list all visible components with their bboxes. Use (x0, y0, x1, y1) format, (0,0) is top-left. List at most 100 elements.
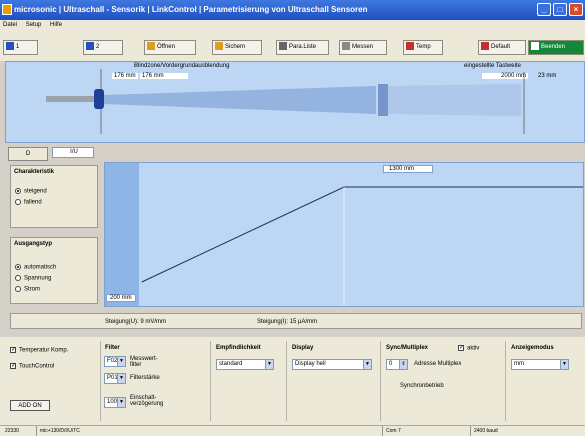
sync-mode-label: Synchronbetrieb (400, 383, 444, 389)
status-sensor-id: 22330 (5, 428, 19, 434)
check-mark-icon: ✓ (458, 345, 465, 351)
radio-voltage[interactable]: Spannung (15, 275, 51, 282)
radio-automatic[interactable]: automatisch (15, 264, 56, 271)
characteristic-line (141, 186, 583, 283)
connect-sensor-1-button[interactable]: 1 (3, 40, 38, 55)
menu-datei[interactable]: Datei (3, 22, 17, 28)
chevron-down-icon: ▼ (560, 360, 568, 369)
open-folder-icon (147, 42, 155, 51)
status-baud-rate: 2400 baud (470, 426, 498, 436)
switch-on-delay-select[interactable]: 100 ▼ (104, 397, 126, 408)
thermometer-icon (406, 42, 414, 51)
divider (210, 341, 211, 421)
sensor-icon (6, 42, 14, 51)
slope-current: Steigung(I): 15 µA/mm (257, 319, 318, 325)
temp-button[interactable]: Temp (403, 40, 443, 55)
default-button[interactable]: Default (478, 40, 526, 55)
lower-limit-label: 200 mm (106, 294, 136, 302)
status-bar: 22330 mic+130/D/I/U/TC Com 7 2400 baud (0, 425, 585, 436)
chevron-down-icon: ▼ (117, 357, 125, 366)
factory-icon (481, 42, 489, 51)
radio-current[interactable]: Strom (15, 286, 40, 293)
output-type-group: Ausgangstyp automatisch Spannung Strom (10, 237, 98, 304)
divider (100, 341, 101, 421)
chart-svg (105, 163, 583, 306)
close-button[interactable]: × (569, 3, 583, 16)
settings-panel: ✓ Temperatur Komp. ✓ TouchControl ADD ON F… (0, 337, 585, 425)
filter-strength-select[interactable]: P01 ▼ (104, 373, 126, 384)
open-button[interactable]: Öffnen (144, 40, 196, 55)
chevron-down-icon: ▼ (363, 360, 371, 369)
minimize-button[interactable]: _ (537, 3, 551, 16)
sound-cone-graphic (46, 69, 525, 134)
sound-cone (104, 86, 376, 114)
para-list-button[interactable]: Para.Liste (276, 40, 329, 55)
connect-sensor-2-button[interactable]: 2 (83, 40, 123, 55)
slope-voltage: Steigung(U): 9 mV/mm (105, 319, 167, 325)
sensor-body (46, 96, 96, 102)
chevron-down-icon: ▼ (117, 398, 125, 407)
save-button[interactable]: Sichern (212, 40, 262, 55)
temp-comp-checkbox[interactable]: ✓ Temperatur Komp. (10, 347, 68, 354)
sync-active-checkbox[interactable]: ✓ aktiv (458, 345, 479, 352)
upper-limit-label: 1300 mm (383, 165, 433, 173)
sensitivity-select[interactable]: standard ▼ (216, 359, 274, 370)
slope-panel: Steigung(U): 9 mV/mm Steigung(I): 15 µA/… (10, 313, 582, 329)
radio-dot (15, 264, 21, 270)
filter-select[interactable]: F02 ▼ (104, 356, 126, 367)
multiplex-address-stepper[interactable]: 0 ⇕ (386, 359, 408, 370)
toolbar: 1 2 Öffnen Sichern Para.Liste Messen Tem… (0, 31, 585, 61)
sensor-visualization: Blindzone/Vordergrundausblendung 176 mm … (5, 61, 585, 143)
blind-zone-area (105, 163, 139, 306)
exit-icon (531, 42, 539, 51)
check-mark-icon: ✓ (10, 347, 17, 353)
chevron-down-icon: ▼ (117, 374, 125, 383)
display-mode-title: Anzeigemodus (511, 345, 554, 351)
filter-label: Messwert-filter (130, 356, 158, 368)
display-title: Display (292, 345, 314, 351)
measure-button[interactable]: Messen (339, 40, 387, 55)
maximize-button[interactable]: □ (553, 3, 567, 16)
window-title: microsonic | Ultraschall - Sensorik | Li… (14, 5, 368, 14)
filter-strength-label: Filterstärke (130, 375, 160, 381)
add-on-button[interactable]: ADD ON (10, 400, 50, 411)
title-bar: microsonic | Ultraschall - Sensorik | Li… (0, 0, 585, 20)
radio-dot (15, 286, 21, 292)
radio-rising[interactable]: steigend (15, 188, 47, 195)
radio-dot (15, 199, 21, 205)
sensor-head (94, 89, 104, 109)
menu-hilfe[interactable]: Hilfe (50, 22, 62, 28)
multiplex-address-label: Adresse Multiplex (414, 361, 462, 367)
sound-cone-far (388, 84, 521, 116)
spin-arrows-icon: ⇕ (399, 360, 407, 369)
output-type-title: Ausgangstyp (14, 241, 53, 247)
sensitivity-title: Empfindlichkeit (216, 345, 261, 351)
sync-multiplex-title: Sync/Multiplex (386, 345, 429, 351)
tab-d[interactable]: D (8, 147, 48, 161)
display-select[interactable]: Display hell ▼ (292, 359, 372, 370)
status-com-port: Com 7 (382, 426, 440, 436)
divider (286, 341, 287, 421)
menu-setup[interactable]: Setup (26, 22, 42, 28)
filter-title: Filter (105, 345, 120, 351)
characteristic-title: Charakteristik (14, 169, 55, 175)
divider (380, 341, 381, 421)
target-marker (378, 84, 388, 116)
characteristic-group: Charakteristik steigend fallend (10, 165, 98, 228)
divider (505, 341, 506, 421)
sensor-icon (86, 42, 94, 51)
tab-iu[interactable]: I/U (52, 147, 94, 158)
menu-bar: Datei Setup Hilfe (0, 20, 585, 31)
check-mark-icon: ✓ (10, 363, 17, 369)
list-icon (279, 42, 287, 51)
radio-dot (15, 188, 21, 194)
output-characteristic-chart: 200 mm 1300 mm (104, 162, 584, 307)
save-icon (215, 42, 223, 51)
status-sensor-model: mic+130/D/I/U/TC (36, 426, 80, 436)
switch-on-delay-label: Einschalt-verzögerung (130, 395, 164, 407)
radio-falling[interactable]: fallend (15, 199, 42, 206)
chevron-down-icon: ▼ (265, 360, 273, 369)
touch-control-checkbox[interactable]: ✓ TouchControl (10, 363, 54, 370)
exit-button[interactable]: Beenden (528, 40, 584, 55)
display-unit-select[interactable]: mm ▼ (511, 359, 569, 370)
